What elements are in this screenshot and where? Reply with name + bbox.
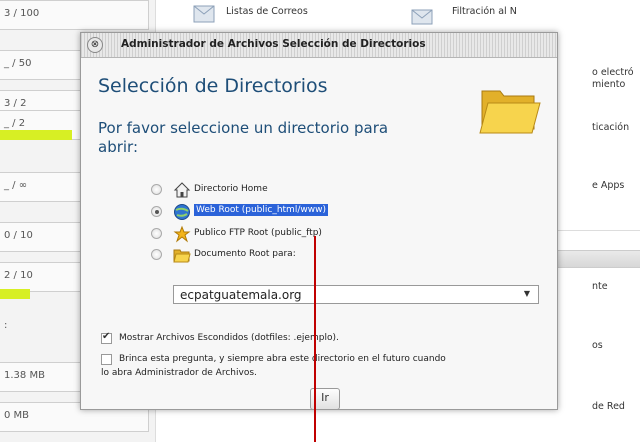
document-root-select[interactable]: ecpatguatemala.org ▼	[173, 285, 539, 304]
directory-selection-dialog: ⊗ Administrador de Archivos Selección de…	[80, 32, 558, 410]
section-header	[550, 250, 640, 268]
option-home-label: Directorio Home	[194, 184, 268, 194]
option-public-ftp-label: Publico FTP Root (public_ftp)	[194, 228, 322, 238]
home-icon	[173, 182, 191, 198]
globe-icon	[174, 204, 190, 220]
home-radio[interactable]	[151, 184, 162, 195]
option-home[interactable]: Directorio Home	[151, 181, 401, 199]
mailing-list-icon	[193, 5, 215, 23]
menu-link-apps[interactable]: e Apps	[592, 180, 624, 191]
show-hidden-row[interactable]: Mostrar Archivos Escondidos (dotfiles: .…	[101, 331, 431, 345]
option-public-ftp[interactable]: Publico FTP Root (public_ftp)	[151, 225, 401, 243]
menu-link-authentication[interactable]: ticación	[592, 122, 629, 133]
menu-link-email[interactable]: o electró	[592, 67, 634, 78]
skip-question-row[interactable]: Brinca esta pregunta, y siempre abra est…	[101, 354, 551, 366]
menu-link-filtering[interactable]: Filtración al N	[452, 6, 517, 17]
skip-question-label: Brinca esta pregunta, y siempre abra est…	[119, 354, 446, 364]
text-cursor-indicator	[314, 236, 316, 442]
menu-link-item[interactable]: os	[592, 340, 603, 351]
ftp-icon	[173, 225, 191, 243]
skip-question-label-cont: lo abra Administrador de Archivos.	[101, 368, 257, 378]
envelope-icon	[411, 9, 433, 25]
chevron-down-icon[interactable]: ▼	[524, 289, 530, 298]
dialog-title: Administrador de Archivos Selección de D…	[121, 38, 426, 50]
dialog-prompt: Por favor seleccione un directorio para …	[98, 119, 389, 156]
option-web-root-label: Web Root (public_html/www)	[194, 204, 328, 216]
close-icon[interactable]: ⊗	[87, 37, 103, 53]
open-folder-icon	[479, 90, 541, 134]
document-root-radio[interactable]	[151, 249, 162, 260]
stat-row: 3 / 100	[0, 0, 150, 30]
web-root-radio[interactable]	[151, 206, 162, 217]
dialog-heading: Selección de Directorios	[98, 75, 328, 97]
menu-link-email-cont[interactable]: miento	[592, 79, 625, 90]
folder-icon	[173, 249, 191, 263]
public-ftp-radio[interactable]	[151, 228, 162, 239]
usage-bar	[0, 289, 30, 299]
show-hidden-label: Mostrar Archivos Escondidos (dotfiles: .…	[119, 333, 339, 343]
show-hidden-checkbox[interactable]	[101, 331, 112, 344]
document-root-value: ecpatguatemala.org	[180, 288, 302, 302]
option-web-root[interactable]: Web Root (public_html/www)	[151, 203, 401, 221]
option-document-root[interactable]: Documento Root para:	[151, 246, 401, 264]
usage-bar	[0, 130, 72, 140]
menu-link-mailing-lists[interactable]: Listas de Correos	[226, 6, 308, 17]
dialog-titlebar[interactable]: ⊗ Administrador de Archivos Selección de…	[81, 33, 557, 58]
menu-link-item[interactable]: nte	[592, 281, 608, 292]
skip-question-checkbox[interactable]	[101, 354, 112, 365]
menu-link-network[interactable]: de Red	[592, 401, 625, 412]
divider	[550, 230, 640, 231]
option-document-root-label: Documento Root para:	[194, 249, 296, 259]
